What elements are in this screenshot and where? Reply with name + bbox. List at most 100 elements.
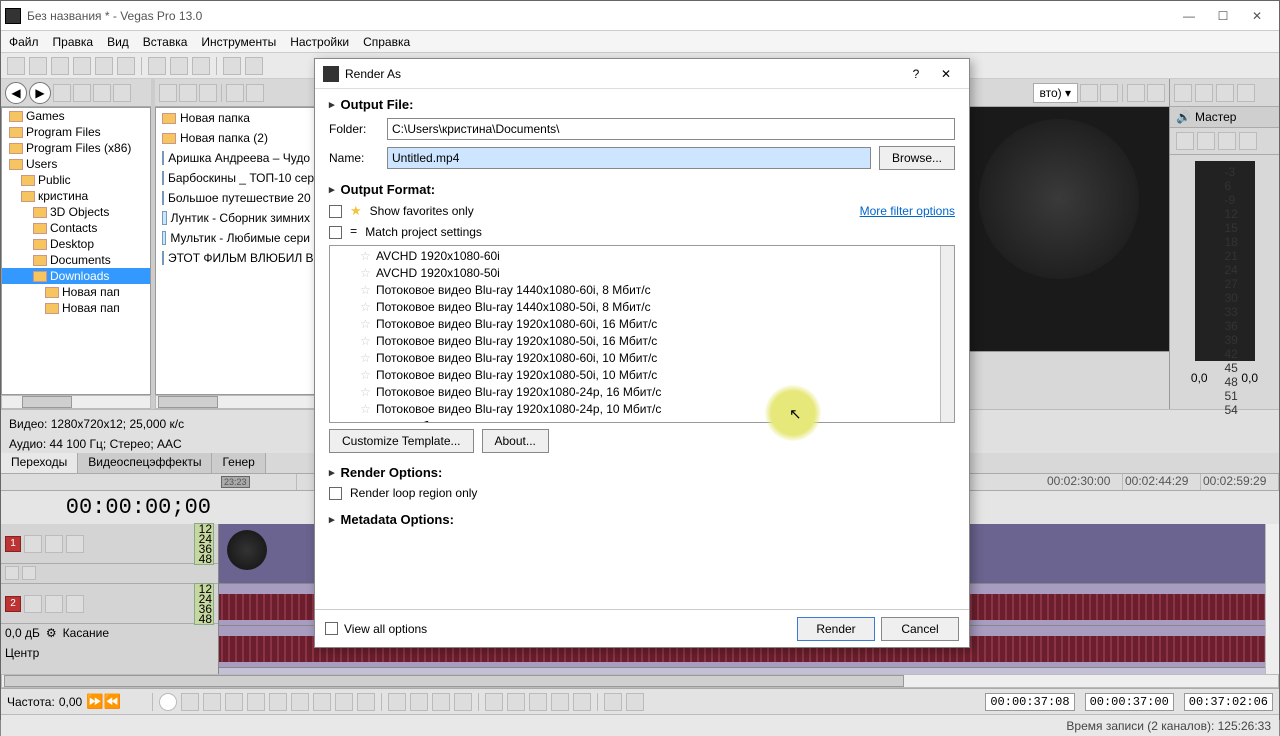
autoplay-icon[interactable]: [199, 84, 217, 102]
file-list[interactable]: Новая папкаНовая папка (2)Аришка Андреев…: [155, 107, 317, 395]
timeline-vscroll[interactable]: [1265, 524, 1279, 674]
timecode-len[interactable]: 00:37:02:06: [1184, 693, 1273, 711]
copy-icon[interactable]: [170, 57, 188, 75]
star-icon[interactable]: ☆: [360, 300, 371, 315]
master-tool1-icon[interactable]: [1174, 84, 1192, 102]
track-compositing-icon[interactable]: [22, 566, 36, 580]
menu-view[interactable]: Вид: [107, 35, 129, 49]
timeline-hscroll[interactable]: [1, 674, 1279, 688]
refresh-icon[interactable]: [73, 84, 91, 102]
star-icon[interactable]: ☆: [360, 249, 371, 264]
files-hscroll[interactable]: [155, 395, 317, 409]
minimize-button[interactable]: —: [1179, 6, 1199, 26]
help-button[interactable]: ?: [901, 67, 931, 81]
info-icon[interactable]: [246, 84, 264, 102]
star-icon[interactable]: ☆: [360, 317, 371, 332]
cut-icon[interactable]: [148, 57, 166, 75]
name-input[interactable]: [387, 147, 871, 169]
star-icon[interactable]: ☆: [360, 266, 371, 281]
section-output-file[interactable]: Output File:: [329, 97, 955, 112]
file-item[interactable]: Мультик - Любимые сери: [156, 228, 316, 248]
track-solo-icon[interactable]: [66, 595, 84, 613]
tree-item[interactable]: Новая пап: [2, 284, 150, 300]
show-favorites-checkbox[interactable]: [329, 205, 342, 218]
file-item[interactable]: ЭТОТ ФИЛЬМ ВЛЮБИЛ В: [156, 248, 316, 268]
about-template-button[interactable]: About...: [482, 429, 549, 453]
master-tool4-icon[interactable]: [1237, 84, 1255, 102]
play-button[interactable]: [225, 693, 243, 711]
tree-item[interactable]: Новая пап: [2, 300, 150, 316]
star-icon[interactable]: ☆: [360, 334, 371, 349]
track-pan[interactable]: Центр: [5, 646, 39, 660]
new-icon[interactable]: [7, 57, 25, 75]
tree-item[interactable]: Program Files (x86): [2, 140, 150, 156]
file-item[interactable]: Барбоскины _ ТОП-10 сер: [156, 168, 316, 188]
preview-quality[interactable]: вто) ▾: [1033, 83, 1079, 103]
folder-combo[interactable]: [387, 118, 955, 140]
tree-item[interactable]: Games: [2, 108, 150, 124]
autosnap-icon[interactable]: [551, 693, 569, 711]
star-icon[interactable]: ☆: [360, 283, 371, 298]
play-start-button[interactable]: [203, 693, 221, 711]
snap-icon[interactable]: [485, 693, 503, 711]
track-fx-icon[interactable]: [24, 535, 42, 553]
marker-icon[interactable]: [604, 693, 622, 711]
tab-transitions[interactable]: Переходы: [1, 453, 78, 473]
customize-template-button[interactable]: Customize Template...: [329, 429, 474, 453]
forward-button[interactable]: ▶: [29, 82, 51, 104]
stop-button[interactable]: [269, 693, 287, 711]
file-item[interactable]: Аришка Андреева – Чудо: [156, 148, 316, 168]
back-button[interactable]: ◀: [5, 82, 27, 104]
play-icon[interactable]: [159, 84, 177, 102]
track-number[interactable]: 1: [5, 536, 21, 552]
tree-item[interactable]: Program Files: [2, 124, 150, 140]
master-fx-icon[interactable]: [1176, 132, 1194, 150]
star-icon[interactable]: ☆: [360, 385, 371, 400]
tree-item[interactable]: Downloads: [2, 268, 150, 284]
master-tool3-icon[interactable]: [1216, 84, 1234, 102]
file-item[interactable]: Большое путешествие 20: [156, 188, 316, 208]
template-item[interactable]: ☆Потоковое видео Blu-ray 1920x1080-50i, …: [330, 333, 940, 350]
tool-zoom-icon[interactable]: [454, 693, 472, 711]
open-icon[interactable]: [29, 57, 47, 75]
pause-button[interactable]: [247, 693, 265, 711]
track-mute-icon[interactable]: [45, 535, 63, 553]
template-item[interactable]: ☆Потоковое видео Blu-ray 1920x1080-24p, …: [330, 401, 940, 418]
template-item[interactable]: ☆Потоковое видео Blu-ray 1920x1080-24p, …: [330, 384, 940, 401]
project-timecode[interactable]: 00:00:00;00: [1, 491, 219, 524]
save-icon[interactable]: [51, 57, 69, 75]
stop-icon[interactable]: [179, 84, 197, 102]
dialog-titlebar[interactable]: Render As ? ✕: [315, 59, 969, 89]
menu-options[interactable]: Настройки: [290, 35, 349, 49]
more-filter-link[interactable]: More filter options: [860, 204, 955, 218]
view-all-checkbox[interactable]: [325, 622, 338, 635]
dialog-close-button[interactable]: ✕: [931, 67, 961, 81]
tab-generators[interactable]: Генер: [212, 453, 265, 473]
quantize-icon[interactable]: [507, 693, 525, 711]
timecode-pos[interactable]: 00:00:37:08: [985, 693, 1074, 711]
track-fx-icon[interactable]: [24, 595, 42, 613]
template-item[interactable]: ☆Потоковое видео Blu-ray 1920x1080-60i, …: [330, 350, 940, 367]
undo-icon[interactable]: [223, 57, 241, 75]
browse-button[interactable]: Browse...: [879, 146, 955, 170]
star-icon[interactable]: ☆: [360, 351, 371, 366]
track-automation[interactable]: Касание: [63, 626, 109, 642]
up-icon[interactable]: [53, 84, 71, 102]
file-item[interactable]: Новая папка (2): [156, 128, 316, 148]
gear-icon[interactable]: ⚙: [46, 626, 57, 642]
template-item[interactable]: ☆Потоковое видео Blu-ray 1440x1080-60i, …: [330, 282, 940, 299]
menu-edit[interactable]: Правка: [53, 35, 94, 49]
timecode-sel[interactable]: 00:00:37:00: [1085, 693, 1174, 711]
template-list[interactable]: ☆AVCHD 1920x1080-60i☆AVCHD 1920x1080-50i…: [329, 245, 955, 423]
master-mute-icon[interactable]: [1197, 132, 1215, 150]
delete-icon[interactable]: [93, 84, 111, 102]
region-icon[interactable]: [626, 693, 644, 711]
tree-item[interactable]: Contacts: [2, 220, 150, 236]
tab-videofx[interactable]: Видеоспецэффекты: [78, 453, 212, 473]
tool-select-icon[interactable]: [432, 693, 450, 711]
overlay-icon[interactable]: [1100, 84, 1118, 102]
maximize-button[interactable]: ☐: [1213, 6, 1233, 26]
list-vscroll[interactable]: [940, 246, 954, 422]
template-item[interactable]: ☆AVCHD 1920x1080-60i: [330, 248, 940, 265]
menu-help[interactable]: Справка: [363, 35, 410, 49]
